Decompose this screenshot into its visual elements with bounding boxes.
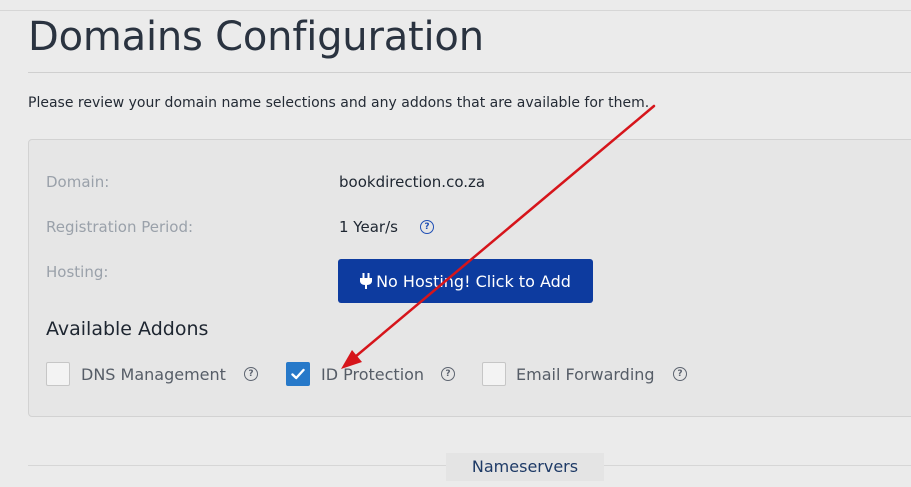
intro-text: Please review your domain name selection… [28,95,650,111]
dns-management-checkbox[interactable] [46,362,70,386]
page-title: Domains Configuration [28,14,484,60]
available-addons-heading: Available Addons [46,318,209,340]
domain-label: Domain: [46,173,110,191]
checkmark-icon [291,368,305,380]
add-hosting-button-label: No Hosting! Click to Add [376,271,571,291]
help-icon[interactable]: ? [244,367,258,381]
help-icon[interactable]: ? [441,367,455,381]
registration-period-value: 1 Year/s [339,218,398,236]
plug-icon [360,273,373,289]
nameservers-section-heading[interactable]: Nameservers [446,453,604,481]
domain-value: bookdirection.co.za [339,173,486,191]
add-hosting-button[interactable]: No Hosting! Click to Add [338,259,593,303]
id-protection-label[interactable]: ID Protection [321,365,424,384]
email-forwarding-checkbox[interactable] [482,362,506,386]
help-icon[interactable]: ? [673,367,687,381]
hosting-label: Hosting: [46,263,109,281]
title-divider [28,72,911,73]
help-icon[interactable]: ? [420,220,434,234]
dns-management-label[interactable]: DNS Management [81,365,226,384]
id-protection-checkbox[interactable] [286,362,310,386]
email-forwarding-label[interactable]: Email Forwarding [516,365,655,384]
registration-period-label: Registration Period: [46,218,194,236]
top-divider [0,10,911,11]
domains-configuration-page: Domains Configuration Please review your… [0,0,911,487]
